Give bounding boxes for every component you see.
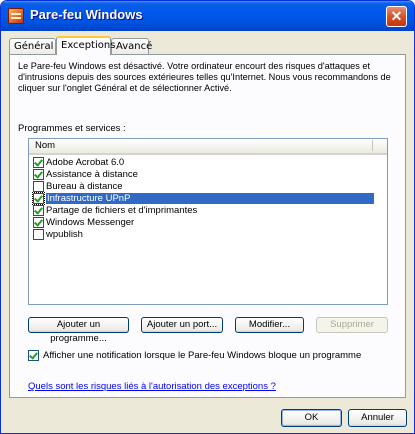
- cancel-button[interactable]: Annuler: [348, 409, 407, 427]
- list-item[interactable]: Partage de fichiers et d'imprimantes: [31, 205, 375, 216]
- list-item-label: Infrastructure UPnP: [46, 193, 374, 204]
- programs-list[interactable]: Nom Adobe Acrobat 6.0 Assistance à distan…: [28, 138, 388, 305]
- column-separator[interactable]: [372, 140, 373, 151]
- tab-general[interactable]: Général: [9, 38, 56, 54]
- list-item[interactable]: Assistance à distance: [31, 169, 375, 180]
- title-bar[interactable]: Pare-feu Windows ✕: [1, 1, 414, 31]
- add-port-button[interactable]: Ajouter un port...: [141, 317, 223, 333]
- list-item-checkbox[interactable]: [33, 169, 44, 180]
- notify-label: Afficher une notification lorsque le Par…: [43, 350, 362, 361]
- delete-button: Supprimer: [316, 317, 388, 333]
- ok-button[interactable]: OK: [281, 409, 342, 427]
- exceptions-risk-link[interactable]: Quels sont les risques liés à l'autorisa…: [28, 381, 276, 392]
- firewall-window: Pare-feu Windows ✕ Général Exceptions Av…: [0, 0, 415, 434]
- list-item[interactable]: Adobe Acrobat 6.0: [31, 157, 375, 168]
- info-text: Le Pare-feu Windows est désactivé. Votre…: [18, 61, 391, 93]
- list-item-label: Assistance à distance: [46, 169, 138, 180]
- window-title: Pare-feu Windows: [30, 7, 143, 22]
- list-item-label: Adobe Acrobat 6.0: [46, 157, 125, 168]
- column-header-name[interactable]: Nom: [29, 139, 387, 155]
- list-item-label: Partage de fichiers et d'imprimantes: [46, 205, 198, 216]
- firewall-icon: [8, 8, 24, 24]
- list-item-label: wpublish: [46, 229, 83, 240]
- list-item-label: Windows Messenger: [46, 217, 135, 228]
- list-item[interactable]: Windows Messenger: [31, 217, 375, 228]
- list-item[interactable]: wpublish: [31, 229, 375, 240]
- list-item-checkbox[interactable]: [32, 192, 45, 205]
- programs-label: Programmes et services :: [18, 123, 126, 134]
- list-item[interactable]: Bureau à distance: [31, 181, 375, 192]
- close-button[interactable]: ✕: [386, 6, 407, 27]
- list-item-checkbox[interactable]: [33, 229, 44, 240]
- list-item[interactable]: Infrastructure UPnP: [31, 192, 375, 205]
- add-program-button[interactable]: Ajouter un programme...: [28, 317, 129, 344]
- list-item-checkbox[interactable]: [33, 205, 44, 216]
- list-item-checkbox[interactable]: [33, 181, 44, 192]
- list-item-checkbox[interactable]: [33, 217, 44, 228]
- tab-exceptions[interactable]: Exceptions: [56, 36, 115, 55]
- tab-advanced[interactable]: Avancé: [111, 38, 152, 54]
- column-header-label: Nom: [35, 140, 56, 151]
- list-item-label: Bureau à distance: [46, 181, 123, 192]
- list-item-checkbox[interactable]: [33, 157, 44, 168]
- modify-button[interactable]: Modifier...: [235, 317, 304, 333]
- notify-checkbox[interactable]: [28, 350, 39, 361]
